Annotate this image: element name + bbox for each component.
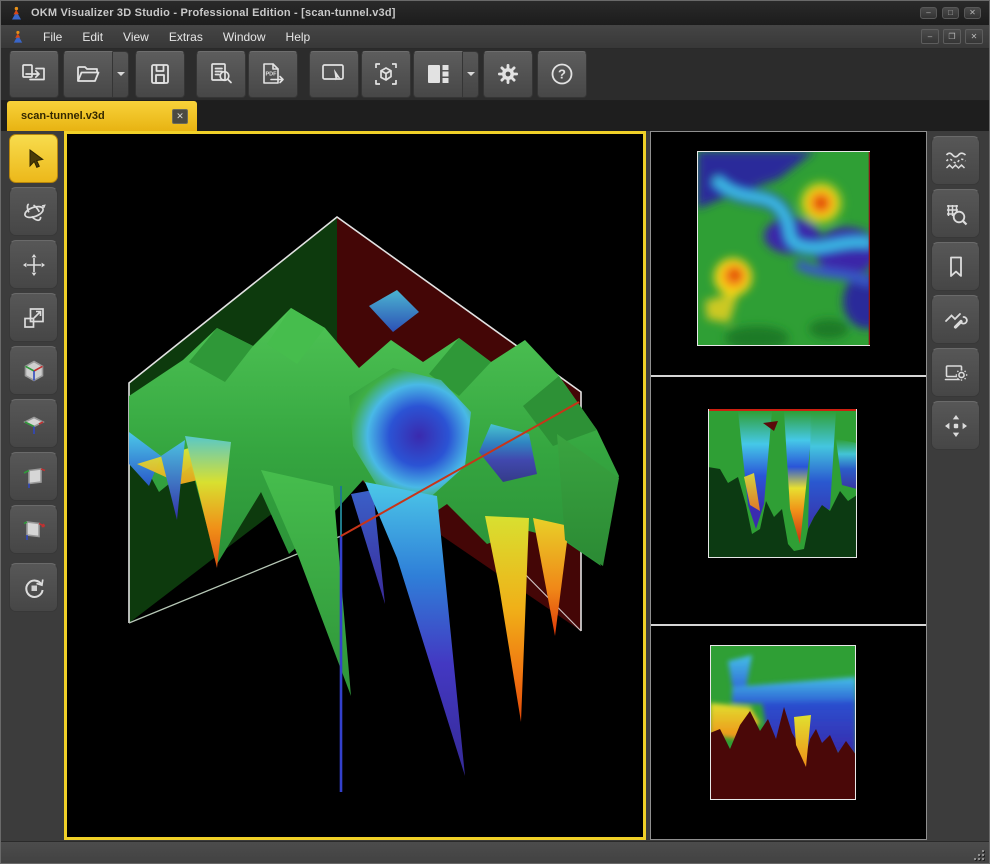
cross-section-front xyxy=(708,409,857,558)
grid-search-icon xyxy=(943,201,969,227)
layout-button[interactable] xyxy=(413,51,463,98)
mdi-minimize-button[interactable]: – xyxy=(921,29,939,44)
menu-edit[interactable]: Edit xyxy=(72,27,113,47)
presentation-mode-button[interactable] xyxy=(309,51,359,98)
right-tool-column xyxy=(931,136,980,450)
preview-cross-section-front[interactable] xyxy=(708,409,857,558)
window-controls: – □ ✕ xyxy=(920,7,981,19)
import-icon xyxy=(20,61,48,87)
mdi-close-button[interactable]: ✕ xyxy=(965,29,983,44)
select-tool-button[interactable] xyxy=(9,134,58,183)
svg-text:?: ? xyxy=(558,67,566,82)
preview-top-view[interactable] xyxy=(697,151,870,346)
window-title: OKM Visualizer 3D Studio - Professional … xyxy=(31,7,920,19)
pdf-export-icon: PDF xyxy=(259,61,287,87)
gear-icon xyxy=(495,61,521,87)
panel-divider xyxy=(651,375,926,377)
open-file-button[interactable] xyxy=(63,51,113,98)
scan-3d-scene xyxy=(67,134,643,837)
menu-view[interactable]: View xyxy=(113,27,159,47)
panel-divider xyxy=(651,624,926,626)
document-logo-icon xyxy=(11,30,25,44)
save-button[interactable] xyxy=(135,51,185,98)
reset-rotation-icon xyxy=(21,575,47,601)
preview-panel xyxy=(650,131,927,840)
screen-touch-icon xyxy=(320,61,348,87)
tab-label: scan-tunnel.v3d xyxy=(21,110,172,122)
move-scan-button[interactable] xyxy=(931,401,980,450)
signal-layers-icon xyxy=(943,148,969,174)
signal-layers-button[interactable] xyxy=(931,136,980,185)
screen-gear-icon xyxy=(943,360,969,386)
main-toolbar: PDF xyxy=(1,49,989,101)
bookmarks-button[interactable] xyxy=(931,242,980,291)
top-view-button[interactable] xyxy=(9,399,58,448)
orbit-rotate-icon xyxy=(21,199,47,225)
zoom-view-button[interactable] xyxy=(9,293,58,342)
resize-grip[interactable] xyxy=(973,849,984,860)
layout-options-dropdown[interactable] xyxy=(463,51,479,98)
help-icon: ? xyxy=(549,61,575,87)
view-top-icon xyxy=(21,411,47,437)
menu-extras[interactable]: Extras xyxy=(159,27,213,47)
tab-bar: scan-tunnel.v3d ✕ xyxy=(1,101,989,131)
svg-text:PDF: PDF xyxy=(266,72,278,78)
close-button[interactable]: ✕ xyxy=(964,7,981,19)
app-logo-icon xyxy=(9,6,24,21)
mdi-restore-button[interactable]: ❐ xyxy=(943,29,961,44)
reset-rotation-button[interactable] xyxy=(9,563,58,612)
mdi-window-controls: – ❐ ✕ xyxy=(921,29,983,44)
resize-icon xyxy=(21,305,47,331)
preview-cross-section-side[interactable] xyxy=(710,645,856,800)
help-button[interactable]: ? xyxy=(537,51,587,98)
display-options-button[interactable] xyxy=(931,348,980,397)
signal-analysis-button[interactable] xyxy=(931,295,980,344)
tab-scan-tunnel[interactable]: scan-tunnel.v3d ✕ xyxy=(7,101,197,131)
layout-icon xyxy=(425,61,451,87)
move-arrows-icon xyxy=(943,413,969,439)
view-front-icon xyxy=(21,517,47,543)
menu-file[interactable]: File xyxy=(33,27,72,47)
grid-zoom-button[interactable] xyxy=(931,189,980,238)
top-view-heatmap xyxy=(697,151,870,346)
pan-view-button[interactable] xyxy=(9,240,58,289)
status-bar xyxy=(1,841,989,864)
side-view-button[interactable] xyxy=(9,452,58,501)
cube-focus-icon xyxy=(372,61,400,87)
tab-close-icon[interactable]: ✕ xyxy=(172,109,188,124)
3d-view-mode-button[interactable] xyxy=(361,51,411,98)
save-icon xyxy=(147,61,173,87)
bookmark-icon xyxy=(943,254,969,280)
left-tool-column xyxy=(9,134,58,612)
app-window: OKM Visualizer 3D Studio - Professional … xyxy=(0,0,990,864)
open-recent-dropdown[interactable] xyxy=(113,51,129,98)
front-view-button[interactable] xyxy=(9,505,58,554)
view-side-icon xyxy=(21,464,47,490)
perspective-view-button[interactable] xyxy=(9,346,58,395)
menu-window[interactable]: Window xyxy=(213,27,276,47)
cube-3d-icon xyxy=(21,358,47,384)
document-search-icon xyxy=(208,61,235,87)
maximize-button[interactable]: □ xyxy=(942,7,959,19)
menu-help[interactable]: Help xyxy=(276,27,321,47)
import-scan-button[interactable] xyxy=(9,51,59,98)
main-3d-view[interactable] xyxy=(64,131,646,840)
preview-report-button[interactable] xyxy=(196,51,246,98)
open-folder-icon xyxy=(74,61,102,87)
workspace xyxy=(1,131,990,841)
minimize-button[interactable]: – xyxy=(920,7,937,19)
pan-arrows-icon xyxy=(21,252,47,278)
pointer-icon xyxy=(21,146,47,172)
cross-section-side xyxy=(710,645,856,800)
export-pdf-button[interactable]: PDF xyxy=(248,51,298,98)
rotate-view-button[interactable] xyxy=(9,187,58,236)
chart-wrench-icon xyxy=(943,307,969,333)
settings-button[interactable] xyxy=(483,51,533,98)
menu-bar: File Edit View Extras Window Help – ❐ ✕ xyxy=(1,25,989,49)
title-bar: OKM Visualizer 3D Studio - Professional … xyxy=(1,1,989,25)
